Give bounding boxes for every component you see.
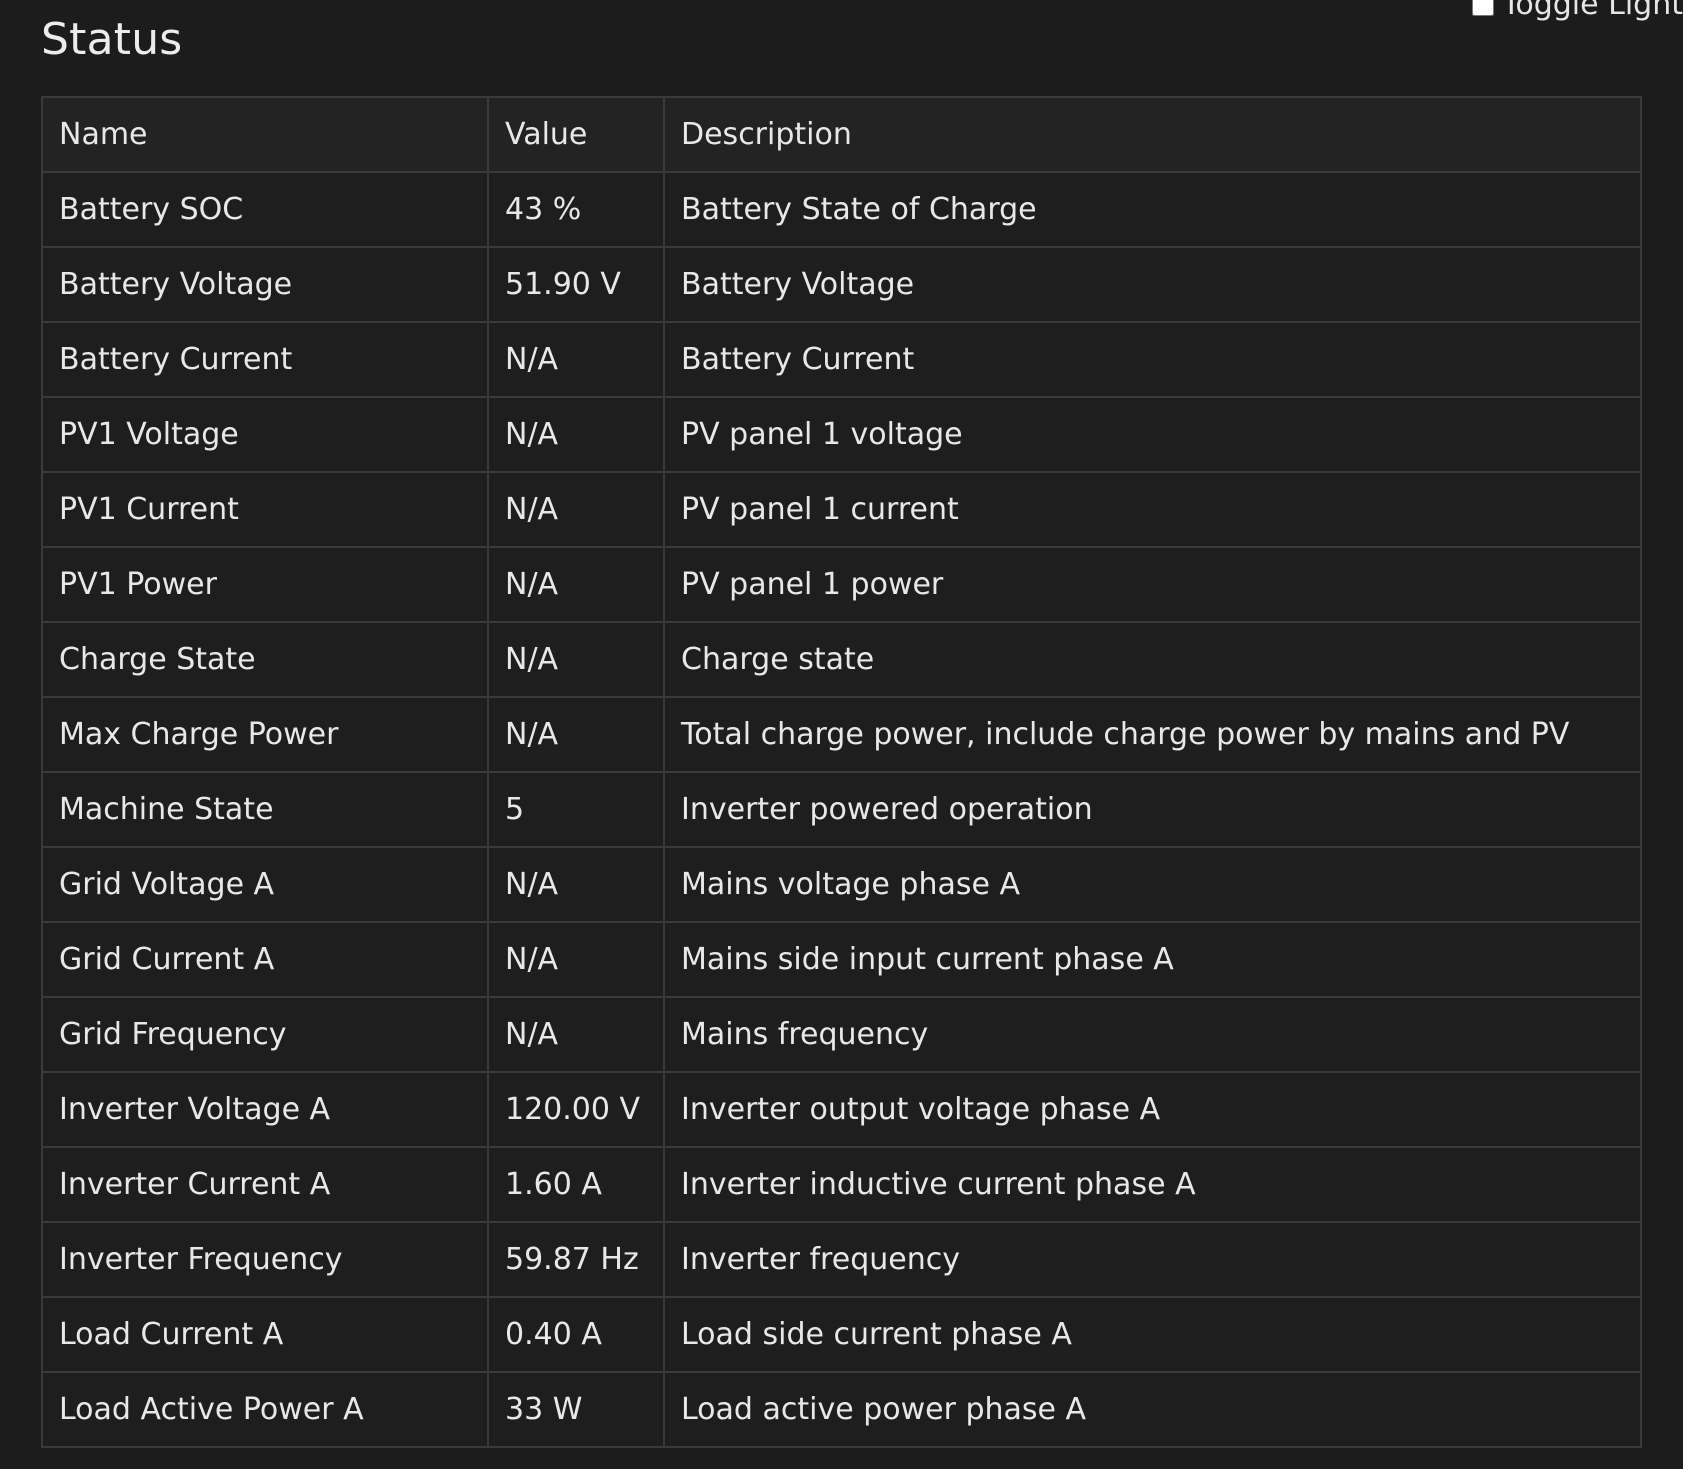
toggle-light[interactable]: Toggle Light xyxy=(1472,0,1683,22)
table-row: Max Charge Power N/A Total charge power,… xyxy=(41,696,1642,773)
cell-value: N/A xyxy=(487,846,665,923)
cell-name: Grid Voltage A xyxy=(41,846,489,923)
cell-description: Inverter powered operation xyxy=(663,771,1642,848)
cell-value: N/A xyxy=(487,546,665,623)
table-row: PV1 Current N/A PV panel 1 current xyxy=(41,471,1642,548)
cell-value: N/A xyxy=(487,921,665,998)
column-header-description: Description xyxy=(663,96,1642,173)
table-row: Grid Frequency N/A Mains frequency xyxy=(41,996,1642,1073)
toggle-light-checkbox[interactable] xyxy=(1472,0,1495,16)
cell-description: PV panel 1 voltage xyxy=(663,396,1642,473)
cell-value: 120.00 V xyxy=(487,1071,665,1148)
cell-name: Battery Current xyxy=(41,321,489,398)
cell-description: Total charge power, include charge power… xyxy=(663,696,1642,773)
cell-name: Battery Voltage xyxy=(41,246,489,323)
cell-description: Battery State of Charge xyxy=(663,171,1642,248)
table-row: Battery SOC 43 % Battery State of Charge xyxy=(41,171,1642,248)
cell-description: Load active power phase A xyxy=(663,1371,1642,1448)
cell-value: N/A xyxy=(487,396,665,473)
table-row: Battery Voltage 51.90 V Battery Voltage xyxy=(41,246,1642,323)
cell-description: Inverter frequency xyxy=(663,1221,1642,1298)
table-header-row: Name Value Description xyxy=(41,96,1642,173)
cell-value: N/A xyxy=(487,621,665,698)
cell-value: N/A xyxy=(487,996,665,1073)
cell-description: Battery Current xyxy=(663,321,1642,398)
table-row: Inverter Voltage A 120.00 V Inverter out… xyxy=(41,1071,1642,1148)
cell-name: PV1 Power xyxy=(41,546,489,623)
cell-value: 0.40 A xyxy=(487,1296,665,1373)
cell-name: Battery SOC xyxy=(41,171,489,248)
cell-description: Mains side input current phase A xyxy=(663,921,1642,998)
table-row: Grid Voltage A N/A Mains voltage phase A xyxy=(41,846,1642,923)
cell-name: Charge State xyxy=(41,621,489,698)
cell-name: Inverter Voltage A xyxy=(41,1071,489,1148)
table-row: PV1 Voltage N/A PV panel 1 voltage xyxy=(41,396,1642,473)
cell-value: 33 W xyxy=(487,1371,665,1448)
column-header-value: Value xyxy=(487,96,665,173)
table-row: Charge State N/A Charge state xyxy=(41,621,1642,698)
cell-name: Max Charge Power xyxy=(41,696,489,773)
cell-value: 43 % xyxy=(487,171,665,248)
cell-name: Inverter Current A xyxy=(41,1146,489,1223)
cell-description: Mains voltage phase A xyxy=(663,846,1642,923)
table-row: Inverter Frequency 59.87 Hz Inverter fre… xyxy=(41,1221,1642,1298)
table-row: Load Current A 0.40 A Load side current … xyxy=(41,1296,1642,1373)
cell-description: PV panel 1 current xyxy=(663,471,1642,548)
cell-value: N/A xyxy=(487,471,665,548)
table-row: Battery Current N/A Battery Current xyxy=(41,321,1642,398)
cell-name: Machine State xyxy=(41,771,489,848)
cell-description: Inverter inductive current phase A xyxy=(663,1146,1642,1223)
cell-value: N/A xyxy=(487,321,665,398)
cell-description: Battery Voltage xyxy=(663,246,1642,323)
status-table: Name Value Description Battery SOC 43 % … xyxy=(41,96,1642,1448)
cell-name: Grid Frequency xyxy=(41,996,489,1073)
page-title: Status xyxy=(41,14,183,65)
cell-name: Load Current A xyxy=(41,1296,489,1373)
table-row: PV1 Power N/A PV panel 1 power xyxy=(41,546,1642,623)
cell-description: PV panel 1 power xyxy=(663,546,1642,623)
table-row: Grid Current A N/A Mains side input curr… xyxy=(41,921,1642,998)
cell-name: PV1 Current xyxy=(41,471,489,548)
table-row: Load Active Power A 33 W Load active pow… xyxy=(41,1371,1642,1448)
cell-description: Inverter output voltage phase A xyxy=(663,1071,1642,1148)
cell-name: Grid Current A xyxy=(41,921,489,998)
cell-description: Mains frequency xyxy=(663,996,1642,1073)
status-page: Toggle Light Status Name Value Descripti… xyxy=(0,0,1683,1469)
cell-description: Load side current phase A xyxy=(663,1296,1642,1373)
table-row: Machine State 5 Inverter powered operati… xyxy=(41,771,1642,848)
cell-name: Inverter Frequency xyxy=(41,1221,489,1298)
toggle-light-label: Toggle Light xyxy=(1502,0,1683,22)
cell-value: 1.60 A xyxy=(487,1146,665,1223)
cell-name: Load Active Power A xyxy=(41,1371,489,1448)
cell-name: PV1 Voltage xyxy=(41,396,489,473)
cell-value: 59.87 Hz xyxy=(487,1221,665,1298)
column-header-name: Name xyxy=(41,96,489,173)
cell-value: 5 xyxy=(487,771,665,848)
cell-value: 51.90 V xyxy=(487,246,665,323)
table-row: Inverter Current A 1.60 A Inverter induc… xyxy=(41,1146,1642,1223)
cell-value: N/A xyxy=(487,696,665,773)
cell-description: Charge state xyxy=(663,621,1642,698)
